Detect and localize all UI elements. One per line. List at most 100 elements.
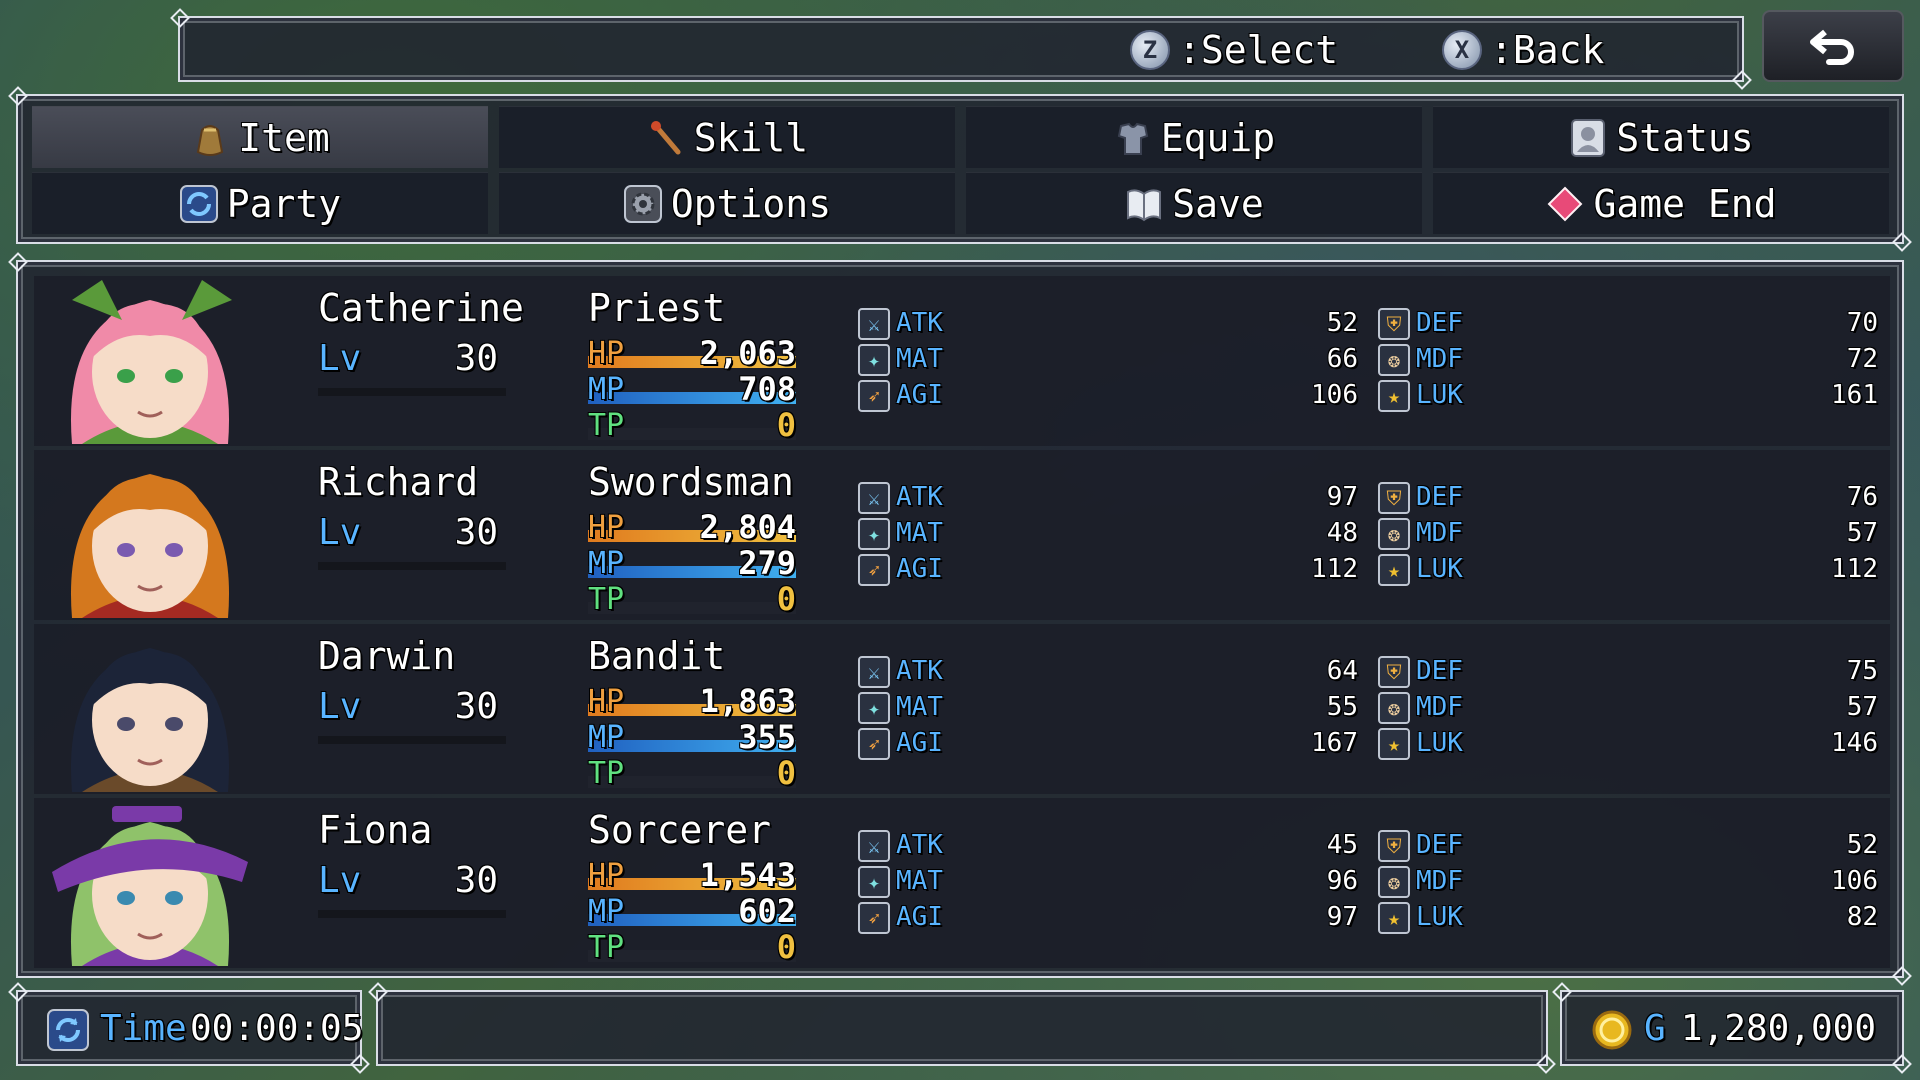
actor-name: Darwin — [318, 634, 456, 678]
stat-label: LUK — [1416, 902, 1463, 932]
menu-item-label: Party — [226, 181, 342, 226]
stat-label: LUK — [1416, 554, 1463, 584]
star-icon: ★ — [1378, 380, 1410, 412]
stat-value: 76 — [1846, 482, 1878, 512]
magic-shield-icon: ❂ — [1378, 344, 1410, 376]
boot-icon: ➶ — [858, 380, 890, 412]
stat-value: 66 — [1326, 344, 1358, 374]
stat-agi: ➶ AGI 167 — [858, 726, 1358, 760]
hp-label: HP — [588, 336, 625, 371]
menu-status-button[interactable]: Status — [1433, 106, 1889, 168]
cycle-icon — [47, 1009, 89, 1051]
select-hint: Z :Select — [1130, 28, 1338, 72]
hp-value: 2,804 — [699, 508, 796, 546]
menu-equip-button[interactable]: Equip — [966, 106, 1422, 168]
tp-label: TP — [588, 930, 625, 965]
actor-portrait — [42, 454, 258, 618]
hp-value: 2,063 — [699, 334, 796, 372]
level-value: 30 — [454, 512, 498, 553]
stat-value: 57 — [1846, 692, 1878, 722]
back-hint: X :Back — [1442, 28, 1604, 72]
stat-label: LUK — [1416, 728, 1463, 758]
menu-skill-button[interactable]: Skill — [499, 106, 955, 168]
actor-row[interactable]: Fiona Lv 30 Sorcerer HP 1,543 MP 602 TP 0 ⚔ ATK 45 ✦ M… — [34, 798, 1890, 968]
stat-value: 97 — [1326, 902, 1358, 932]
mp-gauge: MP 355 — [588, 718, 796, 756]
hp-label: HP — [588, 510, 625, 545]
level-underline — [318, 562, 506, 570]
actor-class: Swordsman — [588, 460, 794, 504]
actor-row[interactable]: Catherine Lv 30 Priest HP 2,063 MP 708 TP 0 ⚔ ATK 52… — [34, 276, 1890, 446]
tp-label: TP — [588, 408, 625, 443]
stat-value: 112 — [1831, 554, 1878, 584]
gear-icon — [623, 184, 663, 224]
stat-value: 97 — [1326, 482, 1358, 512]
level-underline — [318, 736, 506, 744]
hp-gauge: HP 2,063 — [588, 334, 796, 372]
menu-item-label: Status — [1616, 115, 1754, 160]
stat-value: 52 — [1326, 308, 1358, 338]
stat-label: ATK — [896, 482, 943, 512]
stat-label: DEF — [1416, 308, 1463, 338]
stat-atk: ⚔ ATK 52 — [858, 306, 1358, 340]
stat-mat: ✦ MAT 55 — [858, 690, 1358, 724]
stat-label: MAT — [896, 518, 943, 548]
stat-value: 52 — [1846, 830, 1878, 860]
actor-row[interactable]: Darwin Lv 30 Bandit HP 1,863 MP 355 TP 0 ⚔ ATK 64 ✦ MA… — [34, 624, 1890, 794]
stat-label: MAT — [896, 866, 943, 896]
shield-icon: ⛨ — [1378, 830, 1410, 862]
stat-mdf: ❂ MDF 57 — [1378, 690, 1878, 724]
sword-icon: ⚔ — [858, 830, 890, 862]
stat-agi: ➶ AGI 97 — [858, 900, 1358, 934]
stat-label: ATK — [896, 656, 943, 686]
wand-icon — [646, 118, 686, 158]
menu-options-button[interactable]: Options — [499, 172, 955, 234]
boot-icon: ➶ — [858, 902, 890, 934]
stat-luk: ★ LUK 146 — [1378, 726, 1878, 760]
level-value: 30 — [454, 860, 498, 901]
menu-save-button[interactable]: Save — [966, 172, 1422, 234]
stat-label: MDF — [1416, 866, 1463, 896]
hp-gauge: HP 1,863 — [588, 682, 796, 720]
stat-label: MDF — [1416, 692, 1463, 722]
star-icon: ★ — [1378, 728, 1410, 760]
stat-value: 161 — [1831, 380, 1878, 410]
actor-portrait — [42, 802, 258, 966]
menu-game-end-button[interactable]: Game End — [1433, 172, 1889, 234]
menu-party-button[interactable]: Party — [32, 172, 488, 234]
mp-value: 602 — [738, 892, 796, 930]
actor-class: Priest — [588, 286, 726, 330]
star-icon: ★ — [1378, 902, 1410, 934]
bag-icon — [190, 118, 230, 158]
stat-mat: ✦ MAT 48 — [858, 516, 1358, 550]
stat-luk: ★ LUK 161 — [1378, 378, 1878, 412]
back-button[interactable] — [1762, 10, 1904, 82]
shield-icon: ⛨ — [1378, 308, 1410, 340]
book-icon — [1124, 184, 1164, 224]
tp-gauge: TP 0 — [588, 580, 796, 618]
stat-value: 70 — [1846, 308, 1878, 338]
gold-window: G 1,280,000 — [1560, 990, 1904, 1066]
actor-name: Richard — [318, 460, 479, 504]
level-label: Lv — [318, 338, 362, 379]
diamond-icon — [1545, 184, 1585, 224]
level-label: Lv — [318, 686, 362, 727]
select-hint-label: :Select — [1178, 28, 1339, 72]
hp-label: HP — [588, 858, 625, 893]
tp-value: 0 — [776, 754, 796, 792]
stat-mat: ✦ MAT 96 — [858, 864, 1358, 898]
actor-name: Fiona — [318, 808, 433, 852]
playtime-window: Time 00:00:05 — [16, 990, 363, 1066]
stat-value: 106 — [1311, 380, 1358, 410]
currency-unit: G — [1644, 1008, 1666, 1049]
armor-icon — [1113, 118, 1153, 158]
magic-orb-icon: ✦ — [858, 866, 890, 898]
stat-label: DEF — [1416, 830, 1463, 860]
actor-row[interactable]: Richard Lv 30 Swordsman HP 2,804 MP 279 TP 0 ⚔ ATK 9… — [34, 450, 1890, 620]
stat-agi: ➶ AGI 112 — [858, 552, 1358, 586]
stat-value: 106 — [1831, 866, 1878, 896]
menu-item-button[interactable]: Item — [32, 106, 488, 168]
empty-window — [376, 990, 1548, 1066]
stat-label: ATK — [896, 308, 943, 338]
mp-gauge: MP 602 — [588, 892, 796, 930]
